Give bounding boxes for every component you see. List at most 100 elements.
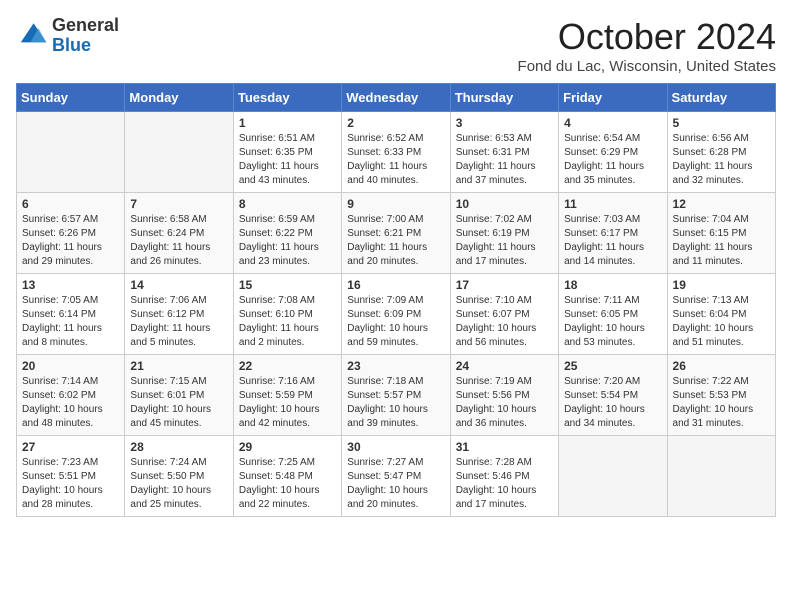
day-cell	[559, 436, 667, 517]
day-info: Sunrise: 7:20 AM Sunset: 5:54 PM Dayligh…	[564, 375, 661, 431]
col-header-sunday: Sunday	[17, 84, 125, 112]
day-info: Sunrise: 7:25 AM Sunset: 5:48 PM Dayligh…	[239, 456, 336, 512]
day-cell: 19Sunrise: 7:13 AM Sunset: 6:04 PM Dayli…	[667, 274, 775, 355]
day-info: Sunrise: 7:15 AM Sunset: 6:01 PM Dayligh…	[130, 375, 227, 431]
header-row: SundayMondayTuesdayWednesdayThursdayFrid…	[17, 84, 776, 112]
day-cell: 12 Sunrise: 7:04 AM Sunset: 6:15 PM Dayli…	[667, 193, 775, 274]
calendar-header: SundayMondayTuesdayWednesdayThursdayFrid…	[17, 84, 776, 112]
logo-general: General	[52, 16, 119, 36]
day-cell: 4Sunrise: 6:54 AM Sunset: 6:29 PM Daylig…	[559, 112, 667, 193]
day-cell: 27 Sunrise: 7:23 AM Sunset: 5:51 PM Dayli…	[17, 436, 125, 517]
day-number: 17	[456, 278, 553, 292]
day-number: 27	[22, 440, 119, 454]
day-info: Sunrise: 7:06 AM Sunset: 6:12 PM Dayligh…	[130, 294, 227, 350]
day-number: 30	[347, 440, 444, 454]
col-header-thursday: Thursday	[450, 84, 558, 112]
day-info: Sunrise: 7:14 AM Sunset: 6:02 PM Dayligh…	[22, 375, 119, 431]
day-cell: 11 Sunrise: 7:03 AM Sunset: 6:17 PM Dayli…	[559, 193, 667, 274]
day-number: 31	[456, 440, 553, 454]
day-number: 16	[347, 278, 444, 292]
day-number: 3	[456, 116, 553, 130]
day-cell: 24 Sunrise: 7:19 AM Sunset: 5:56 PM Dayli…	[450, 355, 558, 436]
week-row-1: 1 Sunrise: 6:51 AM Sunset: 6:35 PM Daylig…	[17, 112, 776, 193]
day-cell: 28Sunrise: 7:24 AM Sunset: 5:50 PM Dayli…	[125, 436, 233, 517]
day-number: 12	[673, 197, 770, 211]
logo-blue: Blue	[52, 36, 119, 56]
day-number: 24	[456, 359, 553, 373]
day-number: 26	[673, 359, 770, 373]
week-row-2: 6Sunrise: 6:57 AM Sunset: 6:26 PM Daylig…	[17, 193, 776, 274]
day-info: Sunrise: 7:08 AM Sunset: 6:10 PM Dayligh…	[239, 294, 336, 350]
day-number: 15	[239, 278, 336, 292]
day-cell: 31 Sunrise: 7:28 AM Sunset: 5:46 PM Dayli…	[450, 436, 558, 517]
day-info: Sunrise: 7:10 AM Sunset: 6:07 PM Dayligh…	[456, 294, 553, 350]
day-info: Sunrise: 6:51 AM Sunset: 6:35 PM Dayligh…	[239, 132, 336, 188]
day-info: Sunrise: 7:04 AM Sunset: 6:15 PM Dayligh…	[673, 213, 770, 269]
title-block: October 2024 Fond du Lac, Wisconsin, Uni…	[518, 16, 776, 75]
day-number: 21	[130, 359, 227, 373]
day-cell: 30Sunrise: 7:27 AM Sunset: 5:47 PM Dayli…	[342, 436, 450, 517]
day-number: 7	[130, 197, 227, 211]
day-number: 20	[22, 359, 119, 373]
day-number: 5	[673, 116, 770, 130]
day-info: Sunrise: 6:57 AM Sunset: 6:26 PM Dayligh…	[22, 213, 119, 269]
day-number: 18	[564, 278, 661, 292]
col-header-tuesday: Tuesday	[233, 84, 341, 112]
day-info: Sunrise: 7:28 AM Sunset: 5:46 PM Dayligh…	[456, 456, 553, 512]
day-cell: 23Sunrise: 7:18 AM Sunset: 5:57 PM Dayli…	[342, 355, 450, 436]
day-cell: 6Sunrise: 6:57 AM Sunset: 6:26 PM Daylig…	[17, 193, 125, 274]
calendar-subtitle: Fond du Lac, Wisconsin, United States	[518, 58, 776, 75]
day-info: Sunrise: 7:09 AM Sunset: 6:09 PM Dayligh…	[347, 294, 444, 350]
col-header-saturday: Saturday	[667, 84, 775, 112]
day-cell: 22 Sunrise: 7:16 AM Sunset: 5:59 PM Dayli…	[233, 355, 341, 436]
day-cell: 10Sunrise: 7:02 AM Sunset: 6:19 PM Dayli…	[450, 193, 558, 274]
logo-text: General Blue	[52, 16, 119, 56]
day-cell: 25 Sunrise: 7:20 AM Sunset: 5:54 PM Dayli…	[559, 355, 667, 436]
day-cell: 15 Sunrise: 7:08 AM Sunset: 6:10 PM Dayli…	[233, 274, 341, 355]
day-info: Sunrise: 6:52 AM Sunset: 6:33 PM Dayligh…	[347, 132, 444, 188]
day-number: 11	[564, 197, 661, 211]
day-info: Sunrise: 7:16 AM Sunset: 5:59 PM Dayligh…	[239, 375, 336, 431]
logo: General Blue	[16, 16, 119, 56]
day-cell: 8Sunrise: 6:59 AM Sunset: 6:22 PM Daylig…	[233, 193, 341, 274]
col-header-wednesday: Wednesday	[342, 84, 450, 112]
day-info: Sunrise: 7:22 AM Sunset: 5:53 PM Dayligh…	[673, 375, 770, 431]
day-number: 13	[22, 278, 119, 292]
day-cell: 29Sunrise: 7:25 AM Sunset: 5:48 PM Dayli…	[233, 436, 341, 517]
day-info: Sunrise: 7:05 AM Sunset: 6:14 PM Dayligh…	[22, 294, 119, 350]
day-info: Sunrise: 6:56 AM Sunset: 6:28 PM Dayligh…	[673, 132, 770, 188]
day-cell: 20 Sunrise: 7:14 AM Sunset: 6:02 PM Dayli…	[17, 355, 125, 436]
day-info: Sunrise: 6:58 AM Sunset: 6:24 PM Dayligh…	[130, 213, 227, 269]
day-info: Sunrise: 7:23 AM Sunset: 5:51 PM Dayligh…	[22, 456, 119, 512]
day-cell: 17 Sunrise: 7:10 AM Sunset: 6:07 PM Dayli…	[450, 274, 558, 355]
day-info: Sunrise: 6:53 AM Sunset: 6:31 PM Dayligh…	[456, 132, 553, 188]
day-number: 25	[564, 359, 661, 373]
day-cell: 18Sunrise: 7:11 AM Sunset: 6:05 PM Dayli…	[559, 274, 667, 355]
day-number: 1	[239, 116, 336, 130]
day-number: 22	[239, 359, 336, 373]
day-cell: 2Sunrise: 6:52 AM Sunset: 6:33 PM Daylig…	[342, 112, 450, 193]
day-cell	[667, 436, 775, 517]
week-row-3: 13 Sunrise: 7:05 AM Sunset: 6:14 PM Dayli…	[17, 274, 776, 355]
day-info: Sunrise: 7:19 AM Sunset: 5:56 PM Dayligh…	[456, 375, 553, 431]
day-number: 10	[456, 197, 553, 211]
day-cell: 13 Sunrise: 7:05 AM Sunset: 6:14 PM Dayli…	[17, 274, 125, 355]
day-number: 14	[130, 278, 227, 292]
col-header-friday: Friday	[559, 84, 667, 112]
day-info: Sunrise: 7:18 AM Sunset: 5:57 PM Dayligh…	[347, 375, 444, 431]
day-cell	[17, 112, 125, 193]
day-cell: 9Sunrise: 7:00 AM Sunset: 6:21 PM Daylig…	[342, 193, 450, 274]
day-cell: 7 Sunrise: 6:58 AM Sunset: 6:24 PM Daylig…	[125, 193, 233, 274]
calendar-body: 1 Sunrise: 6:51 AM Sunset: 6:35 PM Daylig…	[17, 112, 776, 517]
calendar-title: October 2024	[518, 16, 776, 58]
day-cell: 26 Sunrise: 7:22 AM Sunset: 5:53 PM Dayli…	[667, 355, 775, 436]
day-cell: 3 Sunrise: 6:53 AM Sunset: 6:31 PM Daylig…	[450, 112, 558, 193]
day-cell: 16 Sunrise: 7:09 AM Sunset: 6:09 PM Dayli…	[342, 274, 450, 355]
week-row-4: 20 Sunrise: 7:14 AM Sunset: 6:02 PM Dayli…	[17, 355, 776, 436]
logo-icon	[16, 20, 48, 52]
day-cell	[125, 112, 233, 193]
day-info: Sunrise: 7:03 AM Sunset: 6:17 PM Dayligh…	[564, 213, 661, 269]
day-cell: 1 Sunrise: 6:51 AM Sunset: 6:35 PM Daylig…	[233, 112, 341, 193]
day-info: Sunrise: 7:24 AM Sunset: 5:50 PM Dayligh…	[130, 456, 227, 512]
day-info: Sunrise: 7:00 AM Sunset: 6:21 PM Dayligh…	[347, 213, 444, 269]
